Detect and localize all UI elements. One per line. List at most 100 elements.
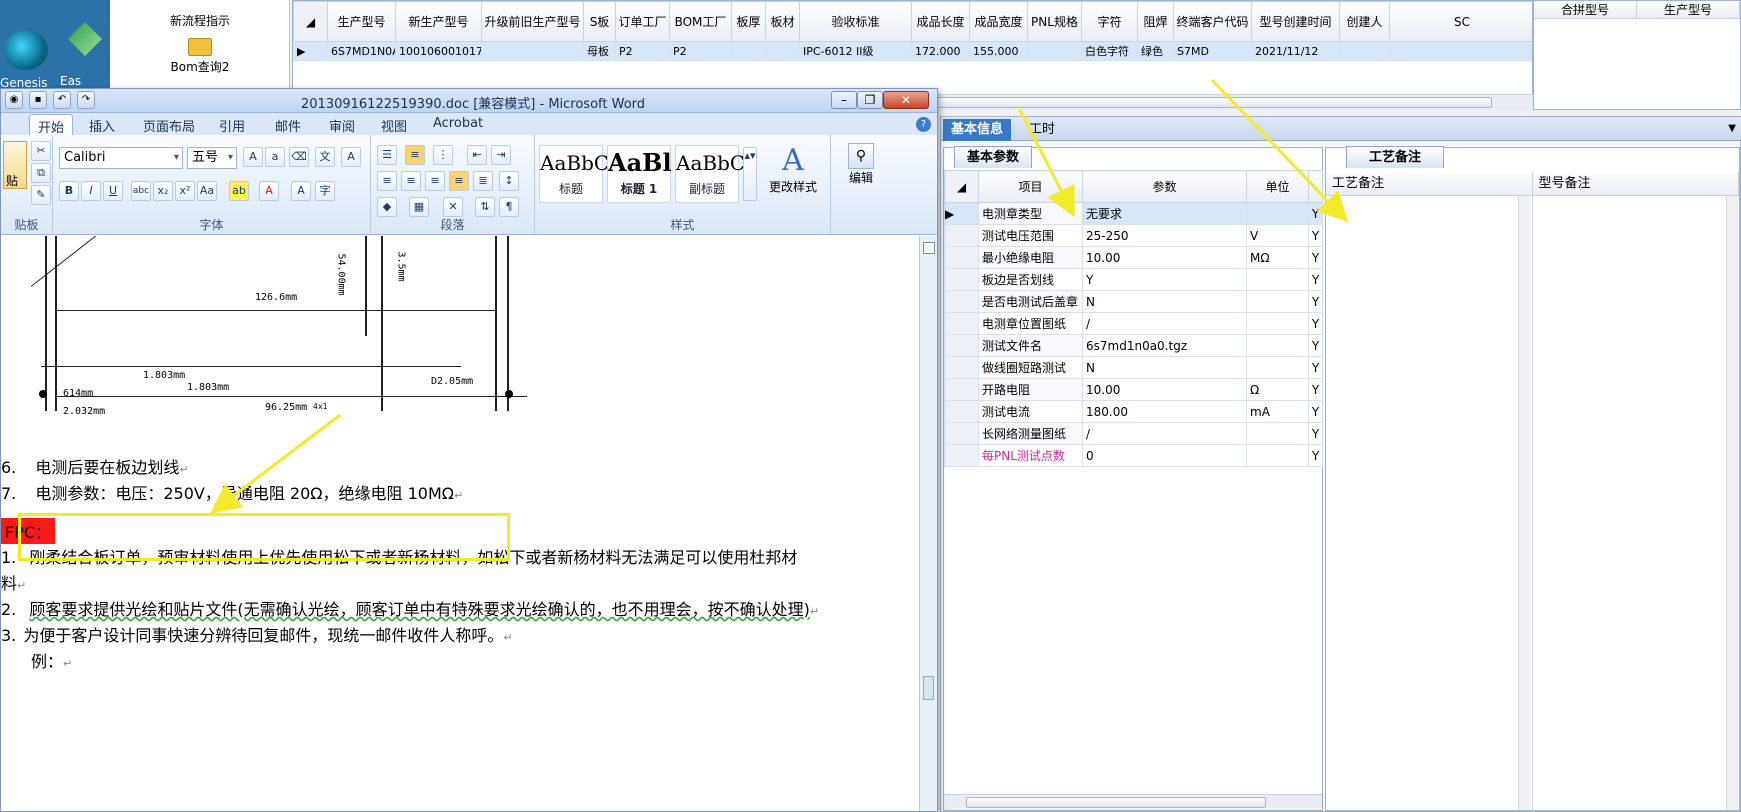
font-color-icon[interactable]: A — [259, 181, 279, 201]
table-cell[interactable]: 母板 — [583, 41, 616, 61]
style-heading-1[interactable]: AaBl 标题 1 — [607, 145, 672, 203]
param-value[interactable]: N — [1082, 290, 1247, 313]
table-cell[interactable]: 172.000 — [911, 41, 970, 61]
row-indicator[interactable] — [944, 246, 979, 269]
table-row[interactable]: 测试电流 180.00 mA Y — [944, 400, 1323, 423]
row-indicator[interactable]: ▶ — [944, 202, 979, 225]
col-header[interactable]: 阻焊 — [1137, 1, 1174, 42]
enclose-char-icon[interactable]: 字 — [315, 181, 335, 201]
tab-review[interactable]: 审阅 — [329, 116, 355, 135]
table-row[interactable]: ▶ 6S7MD1N0A0 10010600101736 母板 P2 P2 IPC… — [293, 41, 1532, 61]
table-row[interactable]: 测试文件名 6s7md1n0a0.tgz Y — [944, 334, 1323, 357]
table-cell[interactable]: 2021/11/12 — [1251, 41, 1340, 61]
table-cell[interactable]: IPC-6012 II级 — [799, 41, 912, 61]
change-case-icon[interactable]: Aa — [197, 181, 217, 201]
superscript-icon[interactable]: x² — [175, 181, 195, 201]
param-value[interactable]: 180.00 — [1082, 400, 1247, 423]
scrollbar-thumb[interactable] — [966, 797, 1266, 808]
param-unit[interactable] — [1246, 334, 1309, 357]
desktop-icon-eas[interactable]: Eas — [58, 22, 110, 88]
col-header[interactable]: SC — [1389, 1, 1532, 42]
param-item[interactable]: 做线圈短路测试 — [978, 356, 1083, 379]
underline-icon[interactable]: U — [103, 181, 123, 201]
char-shading-icon[interactable]: A — [291, 181, 311, 201]
table-cell[interactable]: 白色字符 — [1081, 41, 1138, 61]
col-header[interactable]: 成品长度 — [911, 1, 970, 42]
param-value[interactable]: 无要求 — [1082, 202, 1247, 225]
table-cell[interactable]: S7MD — [1173, 41, 1252, 61]
chinese-layout-icon[interactable]: ✕ — [443, 197, 463, 217]
param-value[interactable]: / — [1082, 312, 1247, 335]
table-row[interactable]: 最小绝缘电阻 10.00 MΩ Y — [944, 246, 1323, 269]
row-indicator[interactable] — [944, 356, 979, 379]
edit-button[interactable]: ⚲ 编辑 — [841, 143, 881, 186]
cut-icon[interactable]: ✂ — [31, 141, 51, 161]
row-indicator[interactable] — [944, 400, 979, 423]
param-unit[interactable] — [1246, 290, 1309, 313]
col-header[interactable]: 新生产型号 — [395, 1, 482, 42]
table-cell[interactable] — [1027, 41, 1082, 61]
table-row[interactable]: 长网络测量图纸 / Y — [944, 422, 1323, 445]
table-cell[interactable] — [1339, 41, 1390, 61]
col-header[interactable]: 成品宽度 — [969, 1, 1028, 42]
param-unit[interactable]: V — [1246, 224, 1309, 247]
restore-button[interactable]: ❐ — [857, 91, 883, 109]
decrease-indent-icon[interactable]: ⇤ — [467, 145, 487, 165]
borders-icon[interactable]: ▦ — [409, 197, 429, 217]
col-header[interactable]: 升级前旧生产型号 — [481, 1, 584, 42]
grid-corner[interactable]: ◢ — [944, 170, 979, 203]
col-header[interactable]: S板 — [583, 1, 616, 42]
col-header[interactable]: 板材 — [765, 1, 800, 42]
save-icon[interactable]: ▪ — [29, 91, 47, 109]
style-title[interactable]: AaBbC 标题 — [539, 145, 609, 203]
param-value[interactable]: / — [1082, 422, 1247, 445]
param-item[interactable]: 长网络测量图纸 — [978, 422, 1083, 445]
row-indicator[interactable] — [944, 334, 979, 357]
param-item[interactable]: 测试电压范围 — [978, 224, 1083, 247]
doc-paragraph[interactable]: 6. 电测后要在板边划线↵ — [1, 454, 189, 478]
align-left-icon[interactable]: ≡ — [377, 171, 397, 191]
col-header[interactable]: 型号备注 — [1533, 172, 1739, 195]
table-cell[interactable]: 10010600101736 — [395, 41, 482, 61]
highlight-icon[interactable]: ab — [229, 181, 249, 201]
tab-basic-info[interactable]: 基本信息 — [943, 119, 1012, 141]
distributed-icon[interactable]: ≣ — [473, 171, 493, 191]
style-subtitle[interactable]: AaBbC 副标题 — [675, 145, 745, 203]
table-row[interactable]: 是否电测试后盖章 N Y — [944, 290, 1323, 313]
tab-view[interactable]: 视图 — [381, 116, 407, 135]
show-marks-icon[interactable]: ¶ — [499, 197, 519, 217]
table-cell[interactable] — [1389, 41, 1532, 61]
tab-references[interactable]: 引用 — [219, 116, 245, 135]
justify-icon[interactable]: ≡ — [449, 171, 469, 191]
table-row[interactable]: 每PNL测试点数 0 Y — [944, 444, 1323, 467]
table-row[interactable]: 开路电阻 10.00 Ω Y — [944, 378, 1323, 401]
param-item[interactable]: 每PNL测试点数 — [978, 444, 1083, 467]
row-indicator[interactable] — [944, 378, 979, 401]
table-row[interactable]: ▶ 电测章类型 无要求 Y — [944, 202, 1323, 225]
new-process-button[interactable]: 新流程指示 — [135, 12, 265, 29]
param-item[interactable]: 最小绝缘电阻 — [978, 246, 1083, 269]
param-value[interactable]: 6s7md1n0a0.tgz — [1082, 334, 1247, 357]
table-row[interactable]: 板边是否划线 Y Y — [944, 268, 1323, 291]
multilevel-list-icon[interactable]: ⋮ — [433, 145, 453, 165]
table-cell[interactable]: P2 — [669, 41, 732, 61]
param-unit[interactable] — [1246, 444, 1309, 467]
align-center-icon[interactable]: ≡ — [401, 171, 421, 191]
redo-icon[interactable]: ↷ — [77, 91, 95, 109]
format-painter-icon[interactable]: ✎ — [31, 185, 51, 205]
param-unit[interactable] — [1246, 268, 1309, 291]
param-item[interactable]: 电测章位置图纸 — [978, 312, 1083, 335]
params-horizontal-scrollbar[interactable] — [944, 794, 1322, 810]
table-cell[interactable] — [731, 41, 766, 61]
col-header[interactable]: 板厚 — [731, 1, 766, 42]
doc-paragraph[interactable]: 料↵ — [1, 570, 26, 594]
undo-icon[interactable]: ↶ — [53, 91, 71, 109]
col-header[interactable]: 订单工厂 — [615, 1, 670, 42]
param-value[interactable]: 10.00 — [1082, 378, 1247, 401]
strikethrough-icon[interactable]: abc — [131, 181, 151, 201]
process-notes-scrollbar[interactable] — [1518, 196, 1530, 810]
subscript-icon[interactable]: x₂ — [153, 181, 173, 201]
doc-paragraph-highlighted[interactable]: 7. 电测参数：电压：250V，导通电阻 20Ω，绝缘电阻 10MΩ↵ — [1, 480, 463, 504]
italic-icon[interactable]: I — [81, 181, 101, 201]
col-header[interactable]: 合拼型号 — [1534, 1, 1637, 18]
